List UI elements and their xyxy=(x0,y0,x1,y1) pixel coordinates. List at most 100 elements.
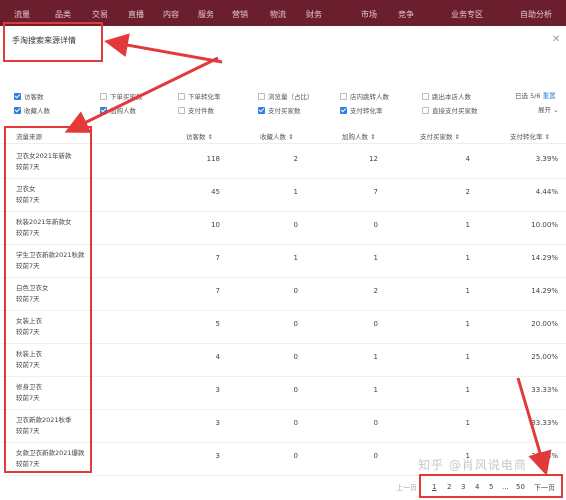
checkbox-checked-icon xyxy=(14,106,21,114)
checkbox-favorites[interactable]: 收藏人数 xyxy=(14,105,50,115)
nav-item-finance[interactable]: 财务 xyxy=(306,9,322,20)
checkbox-label: 收藏人数 xyxy=(24,107,50,115)
nav-item-content[interactable]: 内容 xyxy=(163,9,179,20)
cell-carts: 12 xyxy=(369,155,378,163)
cell-carts: 1 xyxy=(373,386,378,394)
checkbox-direct-buyers[interactable]: 直接支付买家数 xyxy=(422,105,478,115)
column-header-buyers[interactable]: 支付买家数 ⇕ xyxy=(420,131,460,141)
cell-buyers: 1 xyxy=(465,386,470,394)
checkbox-bounce[interactable]: 跳出本店人数 xyxy=(422,91,471,101)
cell-favorites: 0 xyxy=(293,287,298,295)
cell-carts: 7 xyxy=(373,188,378,196)
checkbox-label: 店内跳转人数 xyxy=(350,93,389,101)
prev-page-button[interactable]: 上一页 xyxy=(396,484,417,492)
watermark: 知乎 @肖风说电商 xyxy=(418,458,527,472)
nav-item-traffic[interactable]: 流量 xyxy=(14,9,30,20)
cell-buyers: 1 xyxy=(465,221,470,229)
nav-item-category[interactable]: 品类 xyxy=(55,9,71,20)
cell-favorites: 0 xyxy=(293,386,298,394)
expand-toggle[interactable]: 展开 ⌄ xyxy=(538,104,559,114)
checkbox-label: 下单转化率 xyxy=(188,93,221,101)
checkbox-label: 支付买家数 xyxy=(268,107,301,115)
checkbox-checked-icon xyxy=(258,106,265,114)
cell-favorites: 1 xyxy=(293,254,298,262)
cell-conversion: 25.00% xyxy=(531,353,558,361)
cell-visitors: 3 xyxy=(215,452,220,460)
checkbox-paid-buyers[interactable]: 支付买家数 xyxy=(258,105,301,115)
cell-buyers: 1 xyxy=(465,287,470,295)
cell-conversion: 20.00% xyxy=(531,320,558,328)
checkbox-paid-items[interactable]: 支付件数 xyxy=(178,105,214,115)
nav-item-trade[interactable]: 交易 xyxy=(92,9,108,20)
selected-text: 已选 5/6 xyxy=(515,92,541,100)
nav-item-market[interactable]: 市场 xyxy=(361,9,377,20)
cell-favorites: 0 xyxy=(293,419,298,427)
checkbox-unchecked-icon xyxy=(422,106,429,114)
selected-count: 已选 5/6 重置 xyxy=(515,90,556,100)
checkbox-label: 支付件数 xyxy=(188,107,214,115)
checkbox-unchecked-icon xyxy=(422,92,429,100)
checkbox-label: 支付转化率 xyxy=(350,107,383,115)
cell-conversion: 14.29% xyxy=(531,254,558,262)
checkbox-label: 浏览量（占比） xyxy=(268,93,314,101)
cell-visitors: 10 xyxy=(211,221,220,229)
cell-conversion: 4.44% xyxy=(535,188,558,196)
cell-visitors: 118 xyxy=(206,155,220,163)
column-header-visitors[interactable]: 访客数 ⇕ xyxy=(186,131,213,141)
nav-item-service[interactable]: 服务 xyxy=(198,9,214,20)
checkbox-order-conversion[interactable]: 下单转化率 xyxy=(178,91,221,101)
annotation-title-box xyxy=(3,22,103,62)
checkbox-checked-icon xyxy=(340,106,347,114)
cell-conversion: 3.39% xyxy=(535,155,558,163)
cell-conversion: 33.33% xyxy=(531,419,558,427)
checkbox-checked-icon xyxy=(14,92,21,100)
pagination: 上一页 xyxy=(396,483,417,493)
checkbox-carts[interactable]: 加购人数 xyxy=(100,105,136,115)
checkbox-order-buyers[interactable]: 下单买家数 xyxy=(100,91,143,101)
nav-item-competition[interactable]: 竞争 xyxy=(398,9,414,20)
cell-carts: 0 xyxy=(373,221,378,229)
column-header-favorites[interactable]: 收藏人数 ⇕ xyxy=(260,131,294,141)
column-header-carts[interactable]: 加购人数 ⇕ xyxy=(342,131,376,141)
cell-carts: 2 xyxy=(373,287,378,295)
cell-favorites: 0 xyxy=(293,452,298,460)
cell-favorites: 0 xyxy=(293,221,298,229)
checkbox-paid-conversion[interactable]: 支付转化率 xyxy=(340,105,383,115)
checkbox-label: 访客数 xyxy=(24,93,44,101)
cell-buyers: 1 xyxy=(465,320,470,328)
checkbox-pageviews[interactable]: 浏览量（占比） xyxy=(258,91,314,101)
cell-favorites: 0 xyxy=(293,320,298,328)
cell-visitors: 4 xyxy=(215,353,220,361)
cell-conversion: 10.00% xyxy=(531,221,558,229)
nav-item-live[interactable]: 直播 xyxy=(128,9,144,20)
checkbox-unchecked-icon xyxy=(100,92,107,100)
cell-visitors: 45 xyxy=(211,188,220,196)
reset-link[interactable]: 重置 xyxy=(543,92,556,100)
cell-carts: 0 xyxy=(373,419,378,427)
cell-visitors: 7 xyxy=(215,287,220,295)
close-icon[interactable]: ✕ xyxy=(552,34,560,45)
cell-conversion: 14.29% xyxy=(531,287,558,295)
cell-carts: 0 xyxy=(373,452,378,460)
checkbox-unchecked-icon xyxy=(340,92,347,100)
checkbox-unchecked-icon xyxy=(178,106,185,114)
checkbox-visitors[interactable]: 访客数 xyxy=(14,91,44,101)
cell-carts: 0 xyxy=(373,320,378,328)
checkbox-unchecked-icon xyxy=(258,92,265,100)
cell-favorites: 0 xyxy=(293,353,298,361)
cell-buyers: 1 xyxy=(465,353,470,361)
cell-visitors: 7 xyxy=(215,254,220,262)
nav-item-business-zone[interactable]: 业务专区 xyxy=(451,9,483,20)
nav-item-self-analysis[interactable]: 自助分析 xyxy=(520,9,552,20)
cell-buyers: 1 xyxy=(465,419,470,427)
checkbox-label: 直接支付买家数 xyxy=(432,107,478,115)
column-header-conversion[interactable]: 支付转化率 ⇕ xyxy=(510,131,550,141)
nav-item-logistics[interactable]: 物流 xyxy=(270,9,286,20)
cell-carts: 1 xyxy=(373,353,378,361)
cell-buyers: 2 xyxy=(465,188,470,196)
cell-favorites: 2 xyxy=(293,155,298,163)
checkbox-inshop-jumps[interactable]: 店内跳转人数 xyxy=(340,91,389,101)
cell-favorites: 1 xyxy=(293,188,298,196)
cell-visitors: 5 xyxy=(215,320,220,328)
nav-item-marketing[interactable]: 营销 xyxy=(232,9,248,20)
